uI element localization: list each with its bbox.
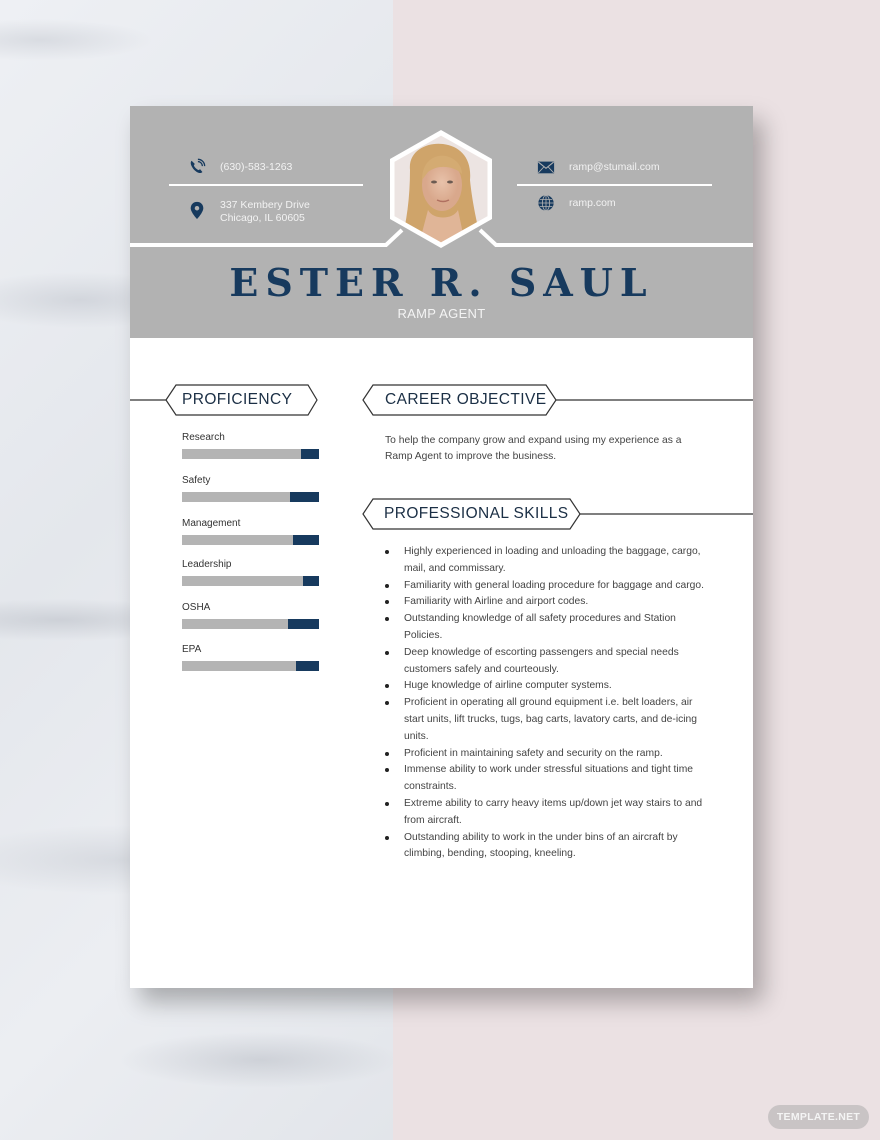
proficiency-bar [182,661,319,671]
proficiency-item: OSHA [182,602,319,629]
proficiency-label: Research [182,432,225,443]
skill-item: Immense ability to work under stressful … [385,762,715,796]
candidate-job-title: RAMP AGENT [397,306,486,321]
candidate-name: ESTER R. SAUL [229,260,654,305]
proficiency-bar [182,576,319,586]
resume-header: (630)-583-1263 337 Kembery Drive Chicago… [130,106,753,338]
career-objective-text: To help the company grow and expand usin… [385,435,682,462]
proficiency-label: Management [182,518,241,529]
proficiency-item: EPA [182,644,319,671]
career-objective-heading: CAREER OBJECTIVE [362,384,753,416]
proficiency-bar [182,535,319,545]
professional-skills-heading-text: PROFESSIONAL SKILLS [384,505,569,522]
skill-item: Highly experienced in loading and unload… [385,544,715,578]
skill-item: Outstanding ability to work in the under… [385,830,715,864]
skill-item: Outstanding knowledge of all safety proc… [385,611,715,645]
proficiency-bar-accent [292,535,319,545]
proficiency-item: Leadership [182,559,319,586]
skill-item: Extreme ability to carry heavy items up/… [385,796,715,830]
proficiency-label: EPA [182,644,202,655]
proficiency-bar-accent [301,449,319,459]
proficiency-heading: PROFICIENCY [130,384,320,416]
proficiency-bar [182,492,319,502]
professional-skills-list: Highly experienced in loading and unload… [385,544,715,863]
proficiency-label: Safety [182,475,211,486]
proficiency-label: Leadership [182,559,232,570]
proficiency-bar-accent [290,492,319,502]
proficiency-label: OSHA [182,602,211,613]
skill-item: Huge knowledge of airline computer syste… [385,678,715,695]
proficiency-item: Management [182,518,319,545]
profile-photo [388,130,494,248]
skill-item: Proficient in operating all ground equip… [385,695,715,745]
resume-page: (630)-583-1263 337 Kembery Drive Chicago… [130,106,753,988]
professional-skills-heading: PROFESSIONAL SKILLS [362,498,753,530]
proficiency-bar-accent [295,661,319,671]
proficiency-bar [182,449,319,459]
career-objective-heading-text: CAREER OBJECTIVE [385,391,547,408]
template-net-watermark[interactable]: TEMPLATE.NET [768,1105,869,1129]
skill-item: Familiarity with Airline and airport cod… [385,594,715,611]
skill-item: Deep knowledge of escorting passengers a… [385,645,715,679]
proficiency-bar-accent [287,619,319,629]
proficiency-item: Safety [182,475,319,502]
skill-item: Familiarity with general loading procedu… [385,578,715,595]
skill-item: Proficient in maintaining safety and sec… [385,746,715,763]
proficiency-heading-text: PROFICIENCY [182,391,293,408]
proficiency-bar-accent [302,576,319,586]
proficiency-item: Research [182,432,319,459]
proficiency-bar [182,619,319,629]
